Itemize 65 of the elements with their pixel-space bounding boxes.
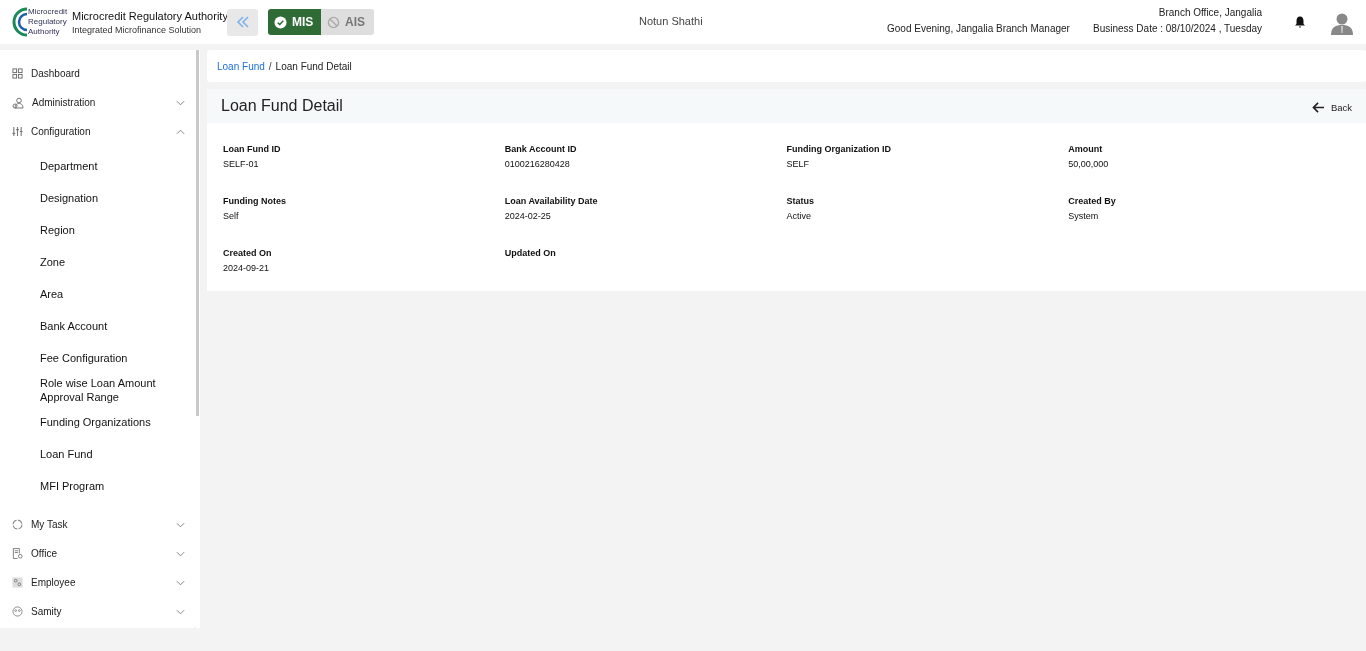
page-title: Loan Fund Detail [221,97,343,115]
sidebar-subitem[interactable]: Region [40,214,170,246]
field-value: SELF [786,159,810,169]
sidebar-item[interactable]: Samity [0,597,196,626]
field-value: SELF-01 [223,159,260,169]
field-label: Funding Notes [223,196,287,206]
sidebar-item[interactable]: My Task [0,510,196,539]
sidebar-item[interactable]: Dashboard [0,59,196,88]
notification-bell-icon[interactable] [1293,15,1307,29]
collapse-sidebar-button[interactable] [227,8,258,36]
organization-name: Microcredit Regulatory Authority [72,9,228,22]
scrollbar-thumb[interactable] [196,50,199,416]
sidebar-subitem[interactable]: Bank Account [40,310,170,342]
check-circle-icon [274,15,287,29]
field-value: System [1068,211,1100,221]
organization-subtitle: Integrated Microfinance Solution [72,24,203,35]
arrow-left-icon [1311,101,1325,113]
user-avatar-icon[interactable] [1330,11,1354,35]
app-name: Notun Shathi [639,15,703,27]
breadcrumb-separator: / [268,60,272,72]
sidebar-subitem[interactable]: Zone [40,246,170,278]
prohibited-icon [327,15,340,29]
field-value: 2024-09-21 [223,263,271,273]
field-value: 0100216280428 [504,159,571,169]
sidebar-subitem[interactable]: Designation [40,182,170,214]
grid-icon [12,68,23,79]
sidebar-item[interactable]: Administration [0,88,196,117]
field-label: Loan Availability Date [504,196,599,206]
user-group-icon [12,96,24,109]
field-label: Updated On [504,248,557,258]
field-label: Loan Fund ID [223,144,282,154]
field-value: 50,00,000 [1068,159,1110,169]
id-card-icon [12,577,23,588]
sidebar-subitem[interactable]: MFI Program [40,470,170,502]
sidebar-subitem[interactable]: Area [40,278,170,310]
sidebar-item[interactable]: Employee [0,568,196,597]
document-icon [12,548,23,559]
office-name: Branch Office, Jangalia [1158,7,1262,18]
field-label: Amount [1068,144,1104,154]
field-value: 2024-02-25 [504,211,552,221]
breadcrumb-link[interactable]: Loan Fund [217,60,265,72]
sidebar-subitem[interactable]: Role wise Loan Amount Approval Range [40,374,170,406]
field-label: Status [786,196,815,206]
back-button[interactable]: Back [1311,101,1352,113]
field-value: Active [786,211,812,221]
sidebar-subitem[interactable]: Funding Organizations [40,406,170,438]
logo: Microcredit Regulatory Authority [12,4,70,40]
sidebar-subitem[interactable]: Department [40,150,170,182]
greeting: Good Evening, Jangalia Branch Manager [887,23,1070,34]
business-date: Business Date : 08/10/2024 , Tuesday [1093,23,1262,34]
sidebar-subitem[interactable]: Fee Configuration [40,342,170,374]
sliders-icon [12,126,23,137]
double-chevron-left-icon [234,14,251,30]
group-icon [12,606,23,617]
sidebar-item[interactable]: Configuration [0,117,196,146]
dashed-circle-icon [12,519,23,530]
sidebar-subitem[interactable]: Loan Fund [40,438,170,470]
field-label: Bank Account ID [504,144,578,154]
field-label: Created By [1068,196,1117,206]
field-label: Created On [223,248,273,258]
field-value: Self [223,211,240,221]
breadcrumb-current: Loan Fund Detail [275,60,352,72]
sidebar-item[interactable]: Office [0,539,196,568]
field-label: Funding Organization ID [786,144,892,154]
mode-tab[interactable]: MIS [268,9,321,35]
